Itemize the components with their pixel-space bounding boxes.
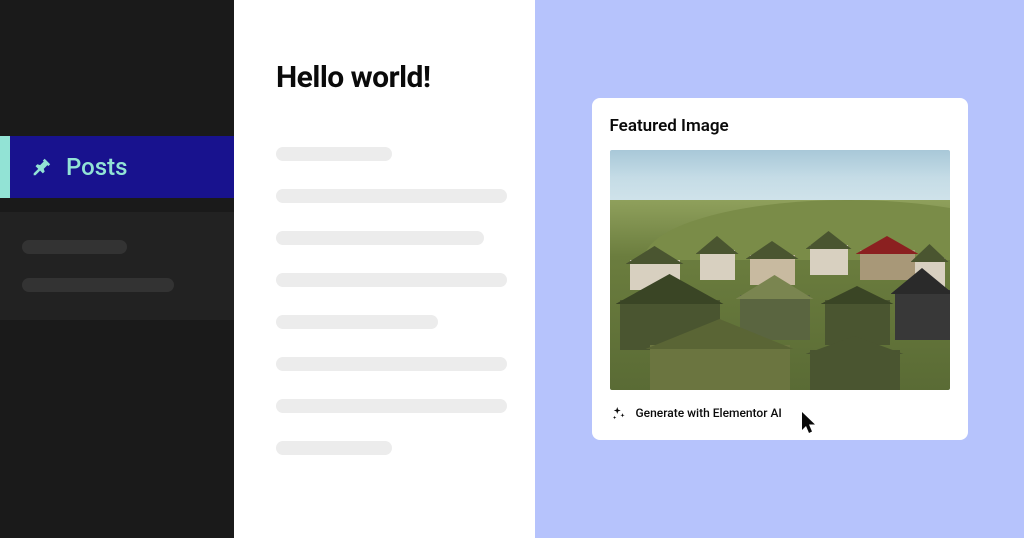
post-title[interactable]: Hello world! <box>276 60 507 95</box>
sidebar-submenu-item[interactable] <box>22 278 174 292</box>
admin-sidebar: Posts <box>0 0 234 538</box>
pin-icon <box>30 156 52 178</box>
cursor-icon <box>802 412 820 434</box>
content-placeholder <box>276 441 392 455</box>
content-placeholder <box>276 147 392 161</box>
post-editor: Hello world! <box>234 0 535 538</box>
sidebar-item-posts[interactable]: Posts <box>0 136 234 198</box>
content-placeholder <box>276 399 507 413</box>
featured-image-card: Featured Image Generate with Elementor <box>592 98 968 440</box>
right-panel: Featured Image Generate with Elementor <box>535 0 1024 538</box>
generate-ai-button[interactable]: Generate with Elementor AI <box>610 406 950 420</box>
content-placeholder <box>276 315 438 329</box>
content-placeholder <box>276 189 507 203</box>
sparkle-icon <box>612 406 626 420</box>
sidebar-submenu-item[interactable] <box>22 240 127 254</box>
sidebar-submenu <box>0 212 234 320</box>
generate-ai-label: Generate with Elementor AI <box>636 406 782 420</box>
featured-image-preview[interactable] <box>610 150 950 390</box>
featured-image-title: Featured Image <box>610 116 950 136</box>
sidebar-item-label: Posts <box>66 153 127 181</box>
content-placeholder <box>276 231 484 245</box>
content-placeholder <box>276 357 507 371</box>
content-placeholder <box>276 273 507 287</box>
